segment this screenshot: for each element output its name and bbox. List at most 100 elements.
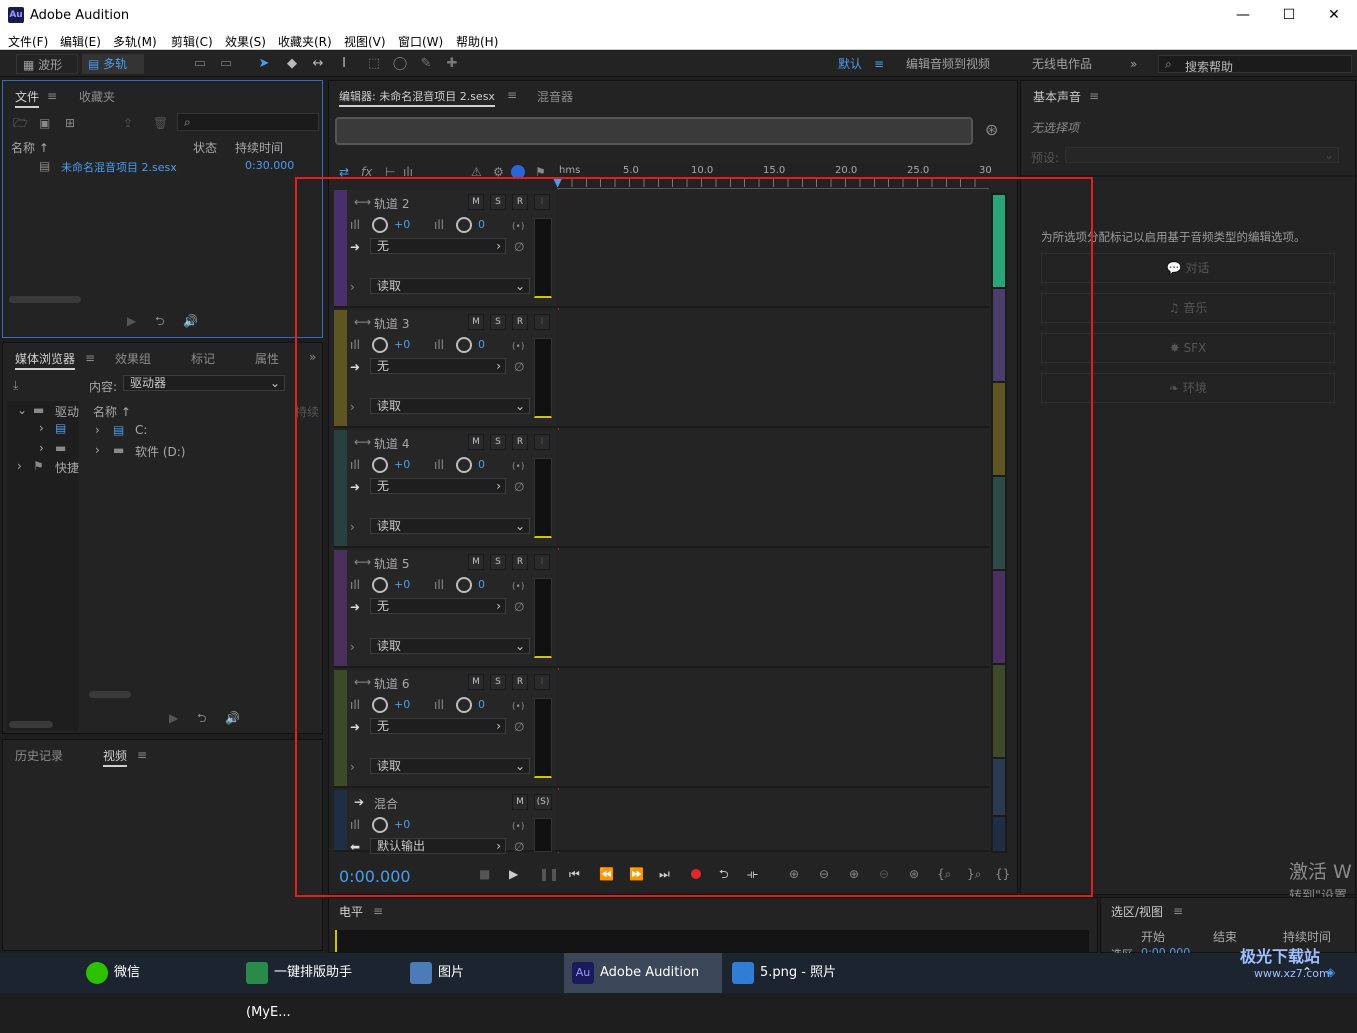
send-toggle-icon[interactable]: ⊢: [385, 165, 395, 179]
editor-menu-icon[interactable]: ≡: [507, 88, 517, 102]
menu-file[interactable]: 文件(F): [8, 33, 48, 50]
pitch-icon[interactable]: ▭: [218, 56, 234, 72]
sfx-button[interactable]: ✸ SFX: [1041, 333, 1335, 363]
phase-icon[interactable]: ∅: [514, 360, 524, 374]
go-end-icon[interactable]: ⏭: [659, 867, 670, 881]
taskbar-myeditor[interactable]: 一键排版助手(MyE...: [246, 953, 396, 1020]
eq-toggle-icon[interactable]: ılı: [403, 165, 413, 179]
snap-icon[interactable]: ⚙: [493, 165, 504, 179]
media-menu-icon[interactable]: ≡: [85, 351, 95, 365]
search-help-field[interactable]: ⌕ 搜索帮助: [1158, 55, 1352, 74]
tab-effects-rack[interactable]: 效果组: [115, 350, 151, 367]
media-drive-d[interactable]: 软件 (D:): [135, 443, 185, 460]
multitrack-view-button[interactable]: ▤ 多轨: [82, 54, 144, 74]
workspace-edit-video[interactable]: 编辑音频到视频: [906, 54, 990, 74]
volume-value[interactable]: +0: [394, 338, 410, 351]
menu-window[interactable]: 窗口(W): [398, 33, 443, 50]
io-toggle-icon[interactable]: ⇄: [339, 165, 349, 179]
scroll-thumb[interactable]: [993, 195, 1005, 287]
stereo-icon[interactable]: (•): [512, 220, 524, 234]
taskbar-audition[interactable]: Au Adobe Audition: [564, 953, 722, 993]
zoom-full-icon[interactable]: ⊛: [909, 867, 919, 881]
workspace-radio[interactable]: 无线电作品: [1032, 54, 1092, 74]
track-lane[interactable]: [556, 310, 990, 426]
mix-lane[interactable]: [556, 790, 990, 850]
essential-menu-icon[interactable]: ≡: [1089, 89, 1099, 103]
import-media-icon[interactable]: ⤓: [13, 378, 18, 392]
pan-value[interactable]: 0: [478, 458, 485, 471]
pan-value[interactable]: 0: [478, 218, 485, 231]
slip-tool-icon[interactable]: ↔: [310, 56, 326, 72]
taskbar-pictures[interactable]: 图片: [410, 953, 550, 993]
stereo-icon[interactable]: (•): [512, 340, 524, 354]
overview-scroll-bar[interactable]: [335, 117, 973, 145]
volume-value[interactable]: +0: [394, 578, 410, 591]
track-drag-icon[interactable]: ⟷: [354, 315, 371, 329]
vertical-scroll-track[interactable]: [991, 193, 1007, 853]
track-drag-icon[interactable]: ⟷: [354, 195, 371, 209]
input-dropdown[interactable]: 无 ›: [370, 718, 506, 734]
fx-toggle-icon[interactable]: fx: [361, 165, 372, 179]
brush-icon[interactable]: ✎: [418, 56, 434, 72]
record-arm-button[interactable]: R: [512, 554, 528, 570]
record-arm-button[interactable]: R: [512, 674, 528, 690]
pause-icon[interactable]: ❚❚: [539, 867, 559, 881]
import-file-icon[interactable]: ▣: [39, 116, 50, 130]
track-name[interactable]: 轨道 2: [374, 195, 409, 212]
files-autoplay-icon[interactable]: 🔊: [183, 314, 198, 328]
tab-properties[interactable]: 属性: [255, 350, 279, 367]
track-drag-icon[interactable]: ⟷: [354, 555, 371, 569]
tab-video[interactable]: 视频: [103, 747, 128, 767]
maximize-button[interactable]: ☐: [1266, 0, 1312, 30]
expand-icon[interactable]: ›: [350, 520, 355, 534]
time-select-icon[interactable]: I: [336, 56, 352, 72]
track-name[interactable]: 轨道 6: [374, 675, 409, 692]
pan-knob[interactable]: [456, 217, 472, 233]
volume-value[interactable]: +0: [394, 458, 410, 471]
workspace-default[interactable]: 默认: [838, 54, 862, 74]
automation-dropdown[interactable]: 读取 ⌄: [370, 278, 530, 294]
input-dropdown[interactable]: 无 ›: [370, 478, 506, 494]
zoom-out-amp-icon[interactable]: ⊖: [819, 867, 829, 881]
track-lane[interactable]: [556, 430, 990, 546]
mix-volume-value[interactable]: +0: [394, 818, 410, 831]
more-workspaces-icon[interactable]: »: [1130, 54, 1137, 74]
zoom-out-full-icon[interactable]: }⌕: [967, 867, 981, 881]
selection-menu-icon[interactable]: ≡: [1173, 904, 1183, 918]
tab-markers[interactable]: 标记: [191, 350, 215, 367]
playhead-marker-icon[interactable]: ▼: [553, 175, 562, 189]
media-autoplay-icon[interactable]: 🔊: [225, 711, 240, 725]
track-drag-icon[interactable]: ⟷: [354, 435, 371, 449]
volume-knob[interactable]: [372, 577, 388, 593]
expand-icon[interactable]: ›: [350, 400, 355, 414]
track-lane[interactable]: [556, 550, 990, 666]
volume-knob[interactable]: [372, 337, 388, 353]
menu-help[interactable]: 帮助(H): [456, 33, 498, 50]
expand-icon[interactable]: ›: [350, 760, 355, 774]
track-name[interactable]: 轨道 5: [374, 555, 409, 572]
media-col-name[interactable]: 名称 ↑: [93, 403, 131, 420]
close-button[interactable]: ✕: [1311, 0, 1357, 30]
zoom-out-time-icon[interactable]: ⊖: [879, 867, 889, 881]
music-button[interactable]: ♫ 音乐: [1041, 293, 1335, 323]
menu-favorites[interactable]: 收藏夹(R): [278, 33, 332, 50]
tab-mixer[interactable]: 混音器: [537, 88, 573, 105]
tree-shortcuts[interactable]: 快捷: [55, 459, 79, 476]
mix-solo-button[interactable]: (S): [534, 794, 552, 810]
marquee-icon[interactable]: ⬚: [366, 56, 382, 72]
volume-value[interactable]: +0: [394, 698, 410, 711]
input-dropdown[interactable]: 无 ›: [370, 238, 506, 254]
loop-toggle-icon[interactable]: [511, 165, 525, 179]
files-col-name[interactable]: 名称 ↑: [11, 139, 49, 156]
media-expand-icon[interactable]: ›: [95, 423, 100, 437]
workspace-menu-icon[interactable]: ≡: [874, 54, 884, 74]
mute-button[interactable]: M: [468, 314, 484, 330]
menu-clip[interactable]: 剪辑(C): [171, 33, 213, 50]
solo-button[interactable]: S: [490, 434, 506, 450]
pan-knob[interactable]: [456, 457, 472, 473]
tray-app-icon[interactable]: ◈: [1326, 965, 1335, 979]
mix-mute-button[interactable]: M: [512, 794, 528, 810]
play-icon[interactable]: ▶: [509, 867, 518, 881]
track-name[interactable]: 轨道 4: [374, 435, 409, 452]
output-dropdown[interactable]: 默认输出 ›: [370, 838, 506, 854]
